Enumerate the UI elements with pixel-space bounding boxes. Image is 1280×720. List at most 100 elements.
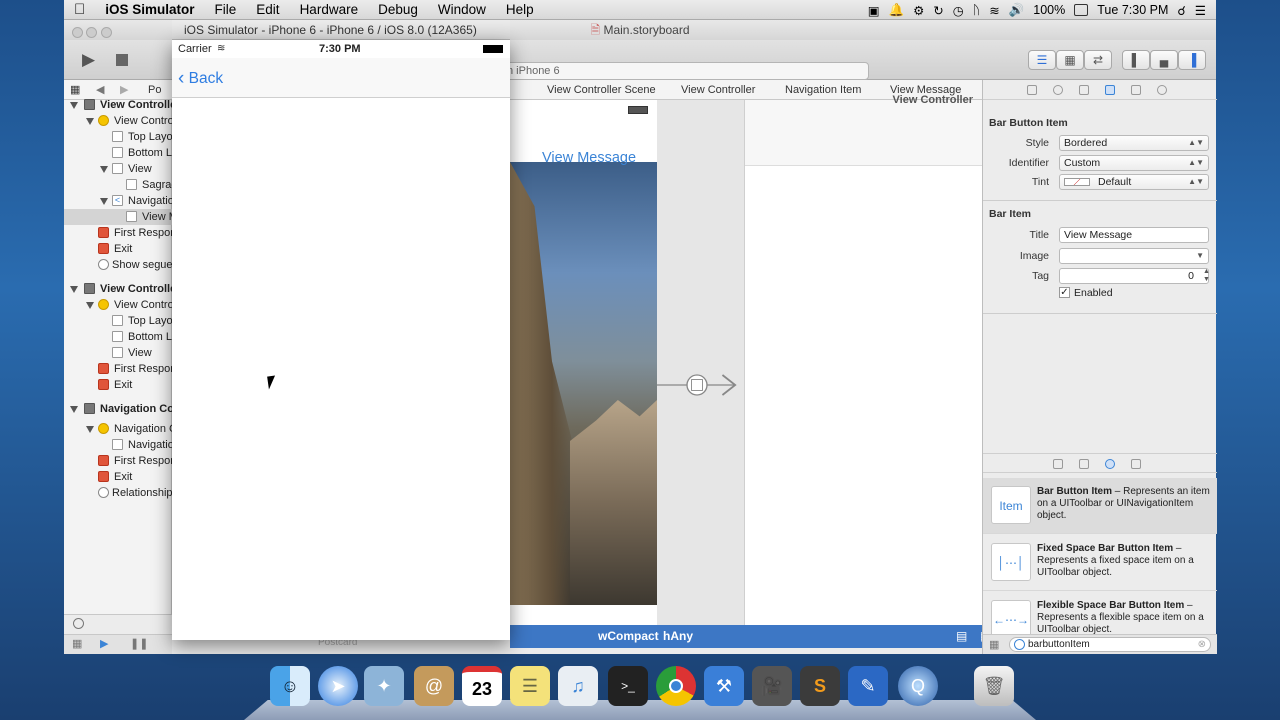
jump-crumb-2[interactable]: View Controller: [681, 80, 755, 100]
identity-inspector-icon[interactable]: [1079, 85, 1089, 95]
clock[interactable]: Tue 7:30 PM: [1097, 3, 1168, 17]
time-machine-icon[interactable]: ◷: [953, 3, 964, 18]
menu-hardware[interactable]: Hardware: [290, 2, 369, 17]
quicktime-icon[interactable]: Q: [898, 666, 938, 706]
menu-debug[interactable]: Debug: [368, 2, 428, 17]
jump-crumb-3[interactable]: Navigation Item: [785, 80, 861, 100]
file-inspector-icon[interactable]: [1027, 85, 1037, 95]
outline-row[interactable]: First Respon: [64, 225, 172, 241]
stop-button[interactable]: [116, 54, 128, 66]
xcode-icon[interactable]: ⚒: [704, 666, 744, 706]
outline-row[interactable]: Relationship: [64, 485, 172, 501]
size-class-h[interactable]: hAny: [663, 625, 693, 648]
calendar-icon[interactable]: 23: [462, 666, 502, 706]
instruments-icon[interactable]: ✎: [848, 666, 888, 706]
outline-row[interactable]: View Controlle: [64, 281, 172, 297]
menu-file[interactable]: File: [205, 2, 247, 17]
outline-row[interactable]: Bottom L: [64, 329, 172, 345]
outline-row[interactable]: Show segue: [64, 257, 172, 273]
object-library-icon[interactable]: [1105, 459, 1115, 469]
sublime-icon[interactable]: S: [800, 666, 840, 706]
storyboard-canvas[interactable]: View Message View Controller wCompact hA…: [510, 94, 1039, 648]
menu-window[interactable]: Window: [428, 2, 496, 17]
editor-version-button[interactable]: ⇄: [1084, 50, 1112, 70]
image-icon[interactable]: ▦: [72, 637, 82, 650]
menu-help[interactable]: Help: [496, 2, 544, 17]
tag-icon[interactable]: ▶: [100, 637, 108, 650]
simulator-title-bar[interactable]: iOS Simulator - iPhone 6 - iPhone 6 / iO…: [172, 20, 510, 40]
volume-icon[interactable]: 🔊: [1009, 3, 1025, 18]
file-template-icon[interactable]: [1053, 459, 1063, 469]
connections-inspector-icon[interactable]: [1157, 85, 1167, 95]
terminal-icon[interactable]: >_: [608, 666, 648, 706]
jump-crumb-1[interactable]: View Controller Scene: [547, 80, 656, 100]
outline-row[interactable]: First Respon: [64, 361, 172, 377]
safari-icon[interactable]: ➤: [318, 666, 358, 706]
size-class-bar[interactable]: wCompact hAny ▤ ▤ ▤ ▤: [510, 625, 1039, 648]
library-search-input[interactable]: barbuttonItem ⊗: [1009, 637, 1211, 652]
style-select[interactable]: Bordered ▲▼: [1059, 135, 1209, 151]
outline-filter[interactable]: [64, 614, 172, 634]
attributes-inspector-icon[interactable]: [1105, 85, 1115, 95]
trash-icon[interactable]: 🗑: [974, 666, 1014, 706]
outline-row[interactable]: Exit: [64, 469, 172, 485]
outline-row-selected[interactable]: View M: [64, 209, 172, 225]
settings-icon[interactable]: ⚙: [913, 3, 924, 18]
stack-icon[interactable]: ▤: [956, 625, 967, 648]
outline-row[interactable]: View Contro: [64, 297, 172, 313]
run-button[interactable]: ▶: [82, 50, 95, 70]
scene-view-controller-2[interactable]: View Controller: [744, 94, 983, 625]
outline-row[interactable]: Top Layo: [64, 313, 172, 329]
library-item-fixed-space[interactable]: │⋯│ Fixed Space Bar Button Item – Repres…: [983, 535, 1217, 591]
enabled-checkbox[interactable]: ✓: [1059, 287, 1070, 298]
simulator-screen[interactable]: Carrier ≋ 7:30 PM ‹ Back: [172, 40, 510, 640]
contacts-icon[interactable]: @: [414, 666, 454, 706]
tag-field[interactable]: 0: [1059, 268, 1209, 284]
menu-app-name[interactable]: iOS Simulator: [95, 2, 204, 17]
code-snippet-icon[interactable]: [1079, 459, 1089, 469]
spotlight-icon[interactable]: ☌: [1177, 3, 1185, 18]
image-field[interactable]: ▼: [1059, 248, 1209, 264]
scene-view-controller[interactable]: View Message: [510, 100, 657, 625]
clear-icon[interactable]: ⊗: [1198, 638, 1206, 651]
help-inspector-icon[interactable]: [1053, 85, 1063, 95]
sync-icon[interactable]: ↻: [933, 3, 943, 18]
outline-row[interactable]: Navigatio: [64, 437, 172, 453]
toggle-debug-button[interactable]: ▄: [1150, 50, 1178, 70]
view-message-bar-button[interactable]: View Message: [542, 150, 636, 166]
title-field[interactable]: View Message: [1059, 227, 1209, 243]
chrome-icon[interactable]: [656, 666, 696, 706]
outline-row[interactable]: Navigation C: [64, 421, 172, 437]
grid-view-icon[interactable]: ▦: [989, 638, 999, 651]
list-icon[interactable]: ☰: [1195, 3, 1206, 18]
notification-icon[interactable]: 🔔: [889, 3, 905, 18]
outline-row[interactable]: < Navigatio: [64, 193, 172, 209]
itunes-icon[interactable]: ♫: [558, 666, 598, 706]
pause-icon[interactable]: ❚❚: [130, 637, 148, 650]
editor-assistant-button[interactable]: ▦: [1056, 50, 1084, 70]
apple-menu-icon[interactable]: : [64, 1, 95, 18]
battery-icon[interactable]: [1074, 4, 1089, 16]
library-item-bar-button[interactable]: Item Bar Button Item – Represents an ite…: [983, 478, 1217, 534]
tint-select[interactable]: Default ▲▼: [1059, 174, 1209, 190]
outline-row[interactable]: View Contro: [64, 113, 172, 129]
camera-icon[interactable]: ▣: [868, 3, 880, 18]
toggle-navigator-button[interactable]: ▌: [1122, 50, 1150, 70]
outline-row[interactable]: Exit: [64, 241, 172, 257]
size-inspector-icon[interactable]: [1131, 85, 1141, 95]
segue-arrow[interactable]: [657, 370, 737, 400]
size-class-w[interactable]: wCompact: [598, 625, 659, 648]
tag-stepper-icon[interactable]: ▲ ▼: [1203, 268, 1210, 284]
finder-icon[interactable]: ☺: [270, 666, 310, 706]
identifier-select[interactable]: Custom ▲▼: [1059, 155, 1209, 171]
bluetooth-icon[interactable]: ᚢ: [973, 3, 981, 17]
wifi-icon[interactable]: ≋: [989, 3, 999, 18]
outline-row[interactable]: Exit: [64, 377, 172, 393]
editor-standard-button[interactable]: ☰: [1028, 50, 1056, 70]
scheme-selector[interactable]: n iPhone 6: [484, 62, 869, 80]
battery-percent[interactable]: 100%: [1033, 3, 1065, 17]
menu-edit[interactable]: Edit: [246, 2, 289, 17]
outline-row[interactable]: Sagrad: [64, 177, 172, 193]
dvd-icon[interactable]: 🎥: [752, 666, 792, 706]
outline-row[interactable]: View Controlle: [64, 97, 172, 113]
